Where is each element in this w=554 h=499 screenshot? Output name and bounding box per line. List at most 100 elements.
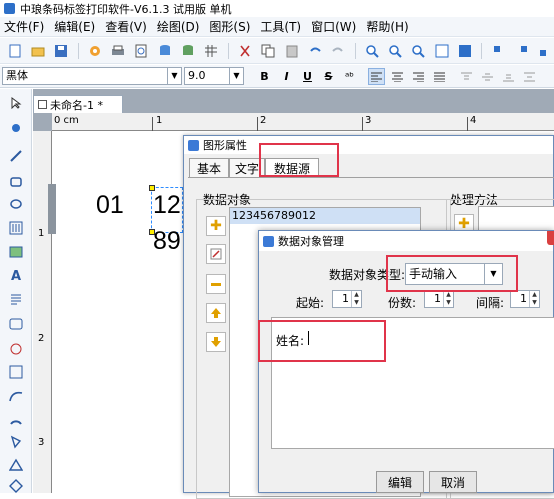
- image-tool-icon[interactable]: [7, 243, 25, 261]
- zoom-in-icon[interactable]: [363, 42, 380, 60]
- arc-tool-icon[interactable]: [7, 410, 25, 428]
- menu-help[interactable]: 帮助(H): [366, 18, 408, 35]
- polygon-tool-icon[interactable]: [7, 433, 25, 451]
- font-size-value: 9.0: [188, 69, 206, 82]
- canvas-text-01[interactable]: 01: [96, 191, 124, 220]
- remove-icon[interactable]: [206, 274, 226, 294]
- move-up-icon[interactable]: [206, 303, 226, 323]
- menu-window[interactable]: 窗口(W): [311, 18, 356, 35]
- actual-size-icon[interactable]: [456, 42, 473, 60]
- highlight-data-source-tab: [259, 143, 339, 177]
- align-icon[interactable]: [490, 42, 507, 60]
- font-name-select[interactable]: 黑体 ▼: [2, 67, 182, 85]
- cut-icon[interactable]: [237, 42, 254, 60]
- shape-tool-icon[interactable]: [7, 340, 25, 358]
- distribute-icon[interactable]: [514, 42, 531, 60]
- valign-top-icon[interactable]: [458, 68, 475, 85]
- undo-icon[interactable]: [306, 42, 323, 60]
- copies-label: 份数:: [388, 296, 417, 310]
- copy-icon[interactable]: [260, 42, 277, 60]
- menu-view[interactable]: 查看(V): [105, 18, 147, 35]
- underline-button[interactable]: U: [299, 68, 316, 85]
- rtf-tool-icon[interactable]: [7, 363, 25, 381]
- redo-icon[interactable]: [329, 42, 346, 60]
- zoom-fit-icon[interactable]: [410, 42, 427, 60]
- rectangle-tool-icon[interactable]: [7, 173, 25, 191]
- copies-stepper[interactable]: 1 ▲ ▼: [424, 290, 454, 308]
- menu-file[interactable]: 文件(F): [4, 18, 44, 35]
- valign-middle-icon[interactable]: [479, 68, 496, 85]
- line-tool-icon[interactable]: [7, 147, 25, 165]
- char-spacing-icon[interactable]: ᵃᵇ: [341, 68, 358, 85]
- align-right-icon[interactable]: [410, 68, 427, 85]
- format-toolbar: 黑体 ▼ 9.0 ▼ B I U S ᵃᵇ: [0, 65, 554, 88]
- text-tool-icon[interactable]: A: [7, 267, 25, 285]
- ruler-mark: 1: [38, 228, 45, 239]
- canvas-text-main[interactable]: 12: [153, 191, 181, 220]
- valign-bottom-icon[interactable]: [500, 68, 517, 85]
- bold-button[interactable]: B: [256, 68, 273, 85]
- document-tab[interactable]: 未命名-1 *: [33, 95, 123, 113]
- arrange-icon[interactable]: [537, 42, 554, 60]
- menu-edit[interactable]: 编辑(E): [54, 18, 95, 35]
- save-icon[interactable]: [52, 42, 69, 60]
- database-config-icon[interactable]: [179, 42, 196, 60]
- chevron-down-icon[interactable]: ▼: [229, 68, 243, 84]
- font-size-select[interactable]: 9.0 ▼: [184, 67, 244, 85]
- highlight-data-type: [386, 255, 518, 292]
- cancel-button[interactable]: 取消: [429, 471, 477, 493]
- multiline-text-icon[interactable]: [7, 290, 25, 308]
- ruler-unit: 0 cm: [54, 115, 79, 126]
- list-item[interactable]: 123456789012: [230, 208, 420, 224]
- edit-icon[interactable]: [206, 244, 226, 264]
- print-icon[interactable]: [110, 42, 127, 60]
- curve-tool-icon[interactable]: [7, 387, 25, 405]
- valign-justify-icon[interactable]: [521, 68, 538, 85]
- diamond-tool-icon[interactable]: [7, 477, 25, 495]
- stepper-arrows[interactable]: ▲ ▼: [443, 291, 453, 307]
- canvas-text-line2[interactable]: 89: [153, 227, 181, 256]
- barcode-tool-icon[interactable]: [7, 219, 25, 237]
- italic-button[interactable]: I: [278, 68, 295, 85]
- stepper-arrows[interactable]: ▲ ▼: [351, 291, 361, 307]
- start-stepper[interactable]: 1 ▲ ▼: [332, 290, 362, 308]
- zoom-out-icon[interactable]: [387, 42, 404, 60]
- add-icon[interactable]: ✚: [206, 216, 226, 236]
- preview-icon[interactable]: [133, 42, 150, 60]
- dialog-title-bar: 数据对象管理: [259, 231, 553, 251]
- strikethrough-button[interactable]: S: [320, 68, 337, 85]
- fit-page-icon[interactable]: [433, 42, 450, 60]
- open-icon[interactable]: [29, 42, 46, 60]
- align-left-icon[interactable]: [368, 68, 385, 85]
- align-justify-icon[interactable]: [431, 68, 448, 85]
- ruler-tick: [467, 117, 468, 131]
- edit-button[interactable]: 编辑: [376, 471, 424, 493]
- title-bar: 中琅条码标签打印软件-V6.1.3 试用版 单机: [0, 0, 554, 17]
- settings-icon[interactable]: [87, 42, 104, 60]
- stepper-arrows[interactable]: ▲ ▼: [529, 291, 539, 307]
- grid-icon[interactable]: [202, 42, 219, 60]
- paste-icon[interactable]: [283, 42, 300, 60]
- highlight-content: [258, 320, 386, 362]
- menu-tools[interactable]: 工具(T): [260, 18, 301, 35]
- menu-shape[interactable]: 图形(S): [209, 18, 250, 35]
- ellipse-tool-icon[interactable]: [7, 195, 25, 213]
- align-center-icon[interactable]: [389, 68, 406, 85]
- serial-tool-icon[interactable]: [7, 315, 25, 333]
- ruler-mark: 3: [38, 437, 45, 448]
- menu-draw[interactable]: 绘图(D): [157, 18, 200, 35]
- move-down-icon[interactable]: [206, 332, 226, 352]
- select-arrow-icon[interactable]: [7, 94, 25, 112]
- edit-node-icon[interactable]: [7, 119, 25, 137]
- ruler-mark: 4: [470, 115, 477, 126]
- triangle-tool-icon[interactable]: [7, 456, 25, 474]
- new-icon[interactable]: [6, 42, 23, 60]
- interval-stepper[interactable]: 1 ▲ ▼: [510, 290, 540, 308]
- horizontal-ruler: 0 cm 1 2 3 4: [52, 113, 554, 131]
- document-icon: [38, 100, 47, 109]
- chevron-down-icon[interactable]: ▼: [167, 68, 181, 84]
- tab-basic[interactable]: 基本: [189, 158, 229, 177]
- dialog-title: 数据对象管理: [278, 235, 344, 248]
- database-icon[interactable]: [156, 42, 173, 60]
- close-icon[interactable]: [547, 231, 554, 245]
